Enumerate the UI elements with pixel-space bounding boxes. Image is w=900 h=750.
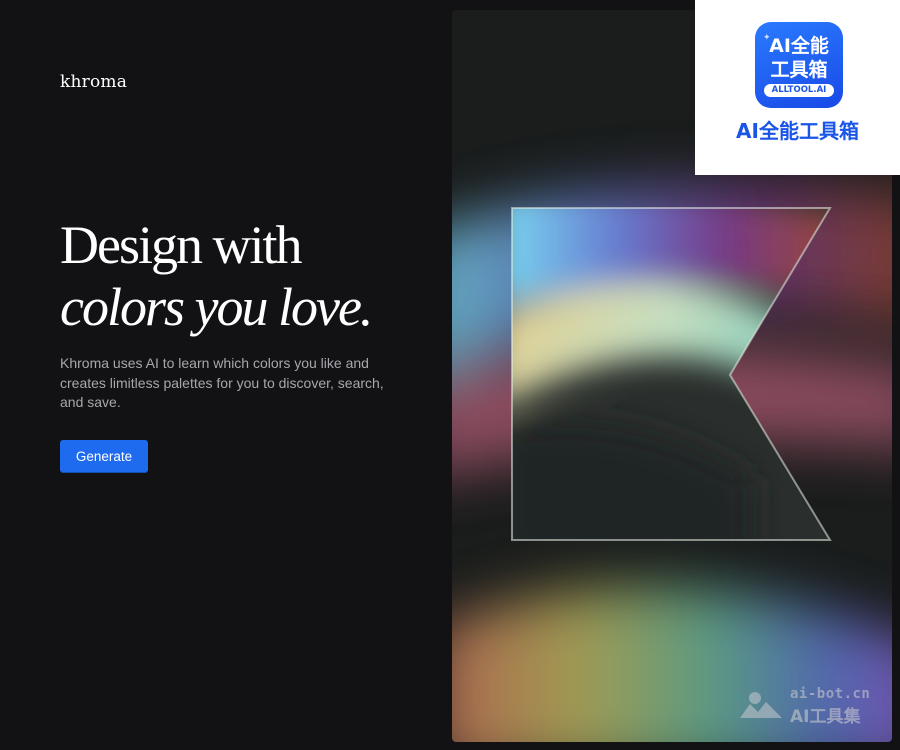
khroma-logo[interactable]: khroma [60, 72, 127, 92]
alltool-icon-line2: 工具箱 [770, 59, 828, 81]
hero-title-line2: colors you love. [60, 277, 373, 337]
alltool-overlay-badge[interactable]: ✦ AI全能 工具箱 ALLTOOL.AI AI全能工具箱 [695, 0, 900, 175]
watermark-url: ai-bot.cn [790, 686, 871, 702]
generate-button[interactable]: Generate [60, 440, 148, 473]
alltool-app-icon: ✦ AI全能 工具箱 ALLTOOL.AI [755, 22, 843, 108]
watermark-name: AI工具集 [790, 707, 861, 727]
watermark-logo-icon [740, 692, 782, 718]
hero-description: Khroma uses AI to learn which colors you… [60, 355, 384, 410]
hero-title-line1: Design with [60, 215, 303, 275]
alltool-icon-line1: AI全能 [769, 35, 829, 57]
alltool-icon-tag: ALLTOOL.AI [764, 84, 834, 97]
alltool-caption: AI全能工具箱 [736, 119, 859, 143]
hero-title: Design with colors you love. [60, 214, 440, 338]
ai-bot-watermark: ai-bot.cn AI工具集 [738, 686, 888, 727]
